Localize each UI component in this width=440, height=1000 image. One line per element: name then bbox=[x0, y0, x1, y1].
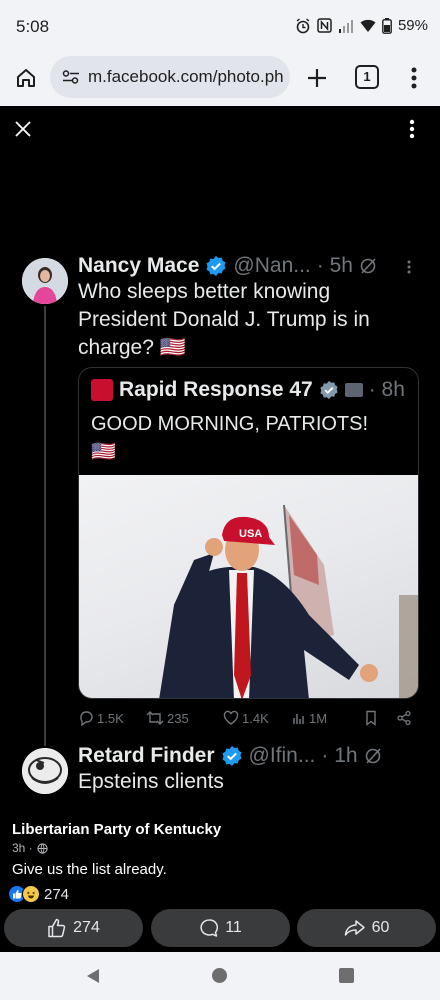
recents-icon[interactable] bbox=[339, 968, 354, 983]
author-name: Retard Finder bbox=[78, 744, 215, 767]
tweet-header: Retard Finder @Ifin... · 1h bbox=[78, 742, 428, 770]
battery-percent: 59% bbox=[397, 17, 428, 34]
like-button[interactable]: 274 bbox=[4, 909, 143, 947]
verified-badge-grey-icon bbox=[320, 380, 338, 400]
avatar bbox=[22, 258, 68, 304]
post-caption: Give us the list already. bbox=[12, 861, 167, 878]
reaction-count: 274 bbox=[44, 885, 70, 903]
tweet-actions: 1.5K 235 1.4K 1M bbox=[78, 708, 418, 728]
thumbs-up-icon bbox=[48, 918, 66, 938]
rapid-response-logo-icon bbox=[91, 379, 113, 401]
tweet-text: Who sleeps better knowing President Dona… bbox=[78, 280, 370, 359]
thread-line bbox=[44, 306, 46, 746]
verified-badge-icon bbox=[206, 256, 226, 276]
url-text: m.facebook.com/photo.ph bbox=[88, 67, 284, 86]
quoted-tweet: Rapid Response 47 · 8h GOOD MORNING, PAT… bbox=[78, 367, 419, 699]
back-icon[interactable] bbox=[86, 968, 100, 984]
reactions-summary[interactable]: 274 bbox=[8, 884, 69, 904]
heart-icon bbox=[223, 710, 239, 725]
quote-header: Rapid Response 47 · 8h bbox=[91, 376, 405, 404]
quote-author-name: Rapid Response 47 bbox=[119, 378, 313, 401]
reply-icon bbox=[80, 711, 93, 726]
post-age: 3h · bbox=[12, 841, 33, 855]
site-settings-icon[interactable] bbox=[62, 70, 80, 84]
address-bar[interactable]: m.facebook.com/photo.ph bbox=[50, 56, 290, 98]
tweet-text: Epsteins clients bbox=[78, 770, 224, 793]
status-bar: 5:08 59% bbox=[0, 0, 440, 52]
browser-toolbar: m.facebook.com/photo.ph 1 bbox=[0, 52, 440, 106]
home-nav-icon[interactable] bbox=[212, 968, 227, 983]
comment-button[interactable]: 11 bbox=[151, 909, 290, 947]
signal-icon bbox=[338, 19, 353, 33]
gov-affiliation-icon bbox=[344, 383, 363, 397]
bookmark-icon bbox=[366, 710, 376, 726]
tweet-time: · 1h bbox=[321, 744, 358, 767]
quote-photo: USA bbox=[79, 475, 418, 698]
share-icon bbox=[397, 710, 411, 726]
nfc-icon bbox=[317, 18, 332, 33]
new-tab-icon[interactable] bbox=[303, 64, 331, 92]
repost-icon bbox=[146, 711, 164, 725]
wifi-icon bbox=[360, 19, 376, 32]
close-icon[interactable] bbox=[10, 116, 36, 142]
author-name: Nancy Mace bbox=[78, 254, 200, 277]
battery-icon bbox=[382, 17, 392, 34]
like-action: 1.4K bbox=[223, 710, 269, 726]
share-arrow-icon bbox=[344, 920, 365, 936]
comment-icon bbox=[200, 919, 219, 937]
repost-action: 235 bbox=[146, 710, 189, 726]
system-nav-bar bbox=[0, 952, 440, 1000]
author-handle: @Ifin... bbox=[248, 744, 316, 767]
grok-icon bbox=[365, 748, 381, 764]
status-icons: 59% bbox=[295, 17, 428, 34]
tab-switcher-button[interactable]: 1 bbox=[355, 65, 379, 89]
views-icon bbox=[293, 714, 304, 724]
browser-menu-icon[interactable] bbox=[404, 64, 424, 92]
post-meta: 3h · bbox=[12, 841, 48, 855]
tweet-header: Nancy Mace @Nan... · 5h bbox=[78, 252, 428, 280]
alarm-icon bbox=[296, 17, 310, 33]
home-icon[interactable] bbox=[12, 64, 40, 92]
tweet-more-icon bbox=[407, 260, 411, 274]
avatar bbox=[22, 748, 68, 794]
status-time: 5:08 bbox=[16, 17, 50, 36]
tweet-time: · 5h bbox=[316, 254, 353, 277]
share-button[interactable]: 60 bbox=[297, 909, 436, 947]
haha-reaction-icon bbox=[22, 885, 40, 903]
svg-text:USA: USA bbox=[239, 528, 262, 540]
more-options-icon[interactable] bbox=[402, 116, 422, 142]
globe-icon bbox=[37, 842, 48, 854]
views-action: 1M bbox=[292, 711, 327, 726]
author-handle: @Nan... bbox=[233, 254, 311, 277]
reply-action: 1.5K bbox=[78, 710, 124, 726]
page-name-link[interactable]: Libertarian Party of Kentucky bbox=[12, 821, 221, 838]
verified-badge-icon bbox=[222, 746, 242, 766]
quote-text: GOOD MORNING, PATRIOTS! 🇺🇸 bbox=[91, 413, 369, 463]
grok-icon bbox=[360, 258, 376, 274]
quote-time: · 8h bbox=[368, 378, 405, 401]
